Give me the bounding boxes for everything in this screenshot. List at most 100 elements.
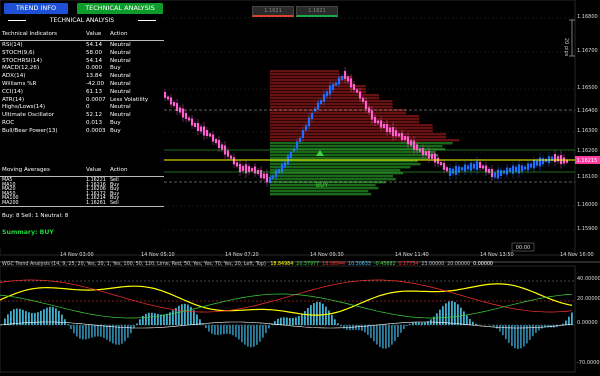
indicator-value: 61.13: [86, 88, 103, 95]
indicator-action: Neutral: [110, 49, 131, 56]
indicator-row: Highs/Lows(14) 0 Neutral: [0, 104, 164, 112]
indicator-value: 13.84: [86, 73, 103, 80]
sell-price-button[interactable]: 1.1621: [252, 6, 294, 17]
signal-tally: Buy: 8 Sell: 1 Neutral: 8: [2, 213, 69, 219]
indicator-action: Neutral: [110, 73, 131, 80]
ma-row: MA200 1.16261 Sell: [0, 201, 164, 209]
indicator-value: -0.45682: [373, 262, 396, 267]
indicator-action: Neutral: [110, 81, 131, 87]
time-tick: 14 Nov 11:40: [395, 252, 429, 258]
price-tick: 1.15900: [577, 226, 598, 232]
buy-label: BUY: [316, 182, 329, 189]
indicator-value: 0: [86, 104, 90, 111]
indicator-tick: -70.00000: [577, 360, 600, 366]
indicator-value: 23.00000: [421, 262, 445, 267]
indicator-value: 54.14: [86, 57, 103, 64]
price-tick: 1.16500: [577, 85, 598, 91]
indicator-name: ROC: [2, 120, 15, 126]
indicator-name: ADX(14): [2, 73, 26, 80]
indicator-value: -42.00: [86, 81, 105, 87]
indicator-caption: WGC Trend Analysis (14, 9, 25, 20, Yes, …: [2, 262, 266, 267]
time-tick: 14 Nov 05:10: [141, 252, 175, 258]
indicator-value: 52.12: [86, 112, 103, 119]
time-tick: 14 Nov 13:50: [480, 252, 514, 258]
ma-header-action: Action: [110, 167, 128, 173]
price-tick: 1.16700: [577, 48, 598, 54]
summary-text: Summary: BUY: [2, 229, 54, 236]
indicator-row: CCI(14) 61.13 Neutral: [0, 89, 164, 97]
indicator-value: 0.00000: [473, 262, 493, 267]
indicator-row: STOCHRSI(14) 54.14 Neutral: [0, 58, 164, 66]
ma-header: Moving Averages Value Action: [0, 167, 164, 175]
current-price: 1.16215: [577, 158, 598, 164]
indicator-value: 20.00000: [447, 262, 471, 267]
indicator-action: Neutral: [110, 88, 131, 95]
indicator-row: ATR(14) 0.0007 Less Volatility: [0, 97, 164, 105]
indicator-row: ADX(14) 13.84 Neutral: [0, 73, 164, 81]
price-tick: 1.16100: [577, 174, 598, 180]
indicator-value: 54.14: [86, 42, 103, 48]
indicator-value: 0.0007: [86, 96, 106, 103]
price-tick: 1.16400: [577, 108, 598, 114]
price-tick: 1.16800: [577, 14, 598, 20]
indicator-row: Ultimate Oscillator 52.12 Neutral: [0, 112, 164, 120]
indicator-value: 0.000: [86, 65, 103, 72]
price-tick: 1.16300: [577, 128, 598, 134]
indicator-name: CCI(14): [2, 88, 23, 95]
indicator-header: Technical Indicators Value Action: [0, 31, 164, 39]
indicator-action: Neutral: [110, 57, 131, 64]
indicator-name: ATR(14): [2, 96, 25, 103]
indicator-action: Less Volatility: [110, 96, 149, 103]
indicator-tick: 20.00000: [577, 296, 600, 302]
indicator-tick: 40.00000: [577, 276, 600, 282]
bar-timer: 00:00: [516, 245, 530, 251]
ma-header-name: Moving Averages: [2, 167, 50, 173]
indicator-name: RSI(14): [2, 42, 23, 48]
indicator-action: Neutral: [110, 104, 131, 111]
indicator-action: Buy: [110, 65, 121, 72]
indicator-row: RSI(14) 54.14 Neutral: [0, 42, 164, 50]
indicator-tick: 0.00000: [577, 320, 598, 326]
indicator-name: Williams %R: [2, 81, 37, 87]
time-tick: 14 Nov 03:00: [60, 252, 94, 258]
indicator-name: Bull/Bear Power(13): [2, 127, 58, 134]
header-action: Action: [110, 31, 128, 37]
ma-header-value: Value: [86, 167, 102, 173]
indicator-name: Ultimate Oscillator: [2, 112, 55, 119]
buy-price-button[interactable]: 1.1621: [296, 6, 338, 17]
time-tick: 14 Nov 09:30: [310, 252, 344, 258]
trend-info-button[interactable]: TREND INFO: [4, 3, 68, 14]
indicator-action: Buy: [110, 127, 121, 134]
indicator-caption-row: WGC Trend Analysis (14, 9, 25, 20, Yes, …: [2, 262, 493, 267]
indicator-action: Neutral: [110, 42, 131, 48]
indicator-row: Bull/Bear Power(13) 0.0003 Buy: [0, 128, 164, 136]
indicator-name: STOCHRSI(14): [2, 57, 43, 64]
header-value: Value: [86, 31, 102, 37]
pips-label: 20 pips: [563, 38, 569, 57]
indicator-value: 0.0003: [86, 127, 106, 134]
indicator-action: Buy: [110, 120, 121, 126]
header-name: Technical Indicators: [2, 31, 58, 37]
indicator-value: 0.013: [86, 120, 103, 126]
price-tick: 1.16000: [577, 202, 598, 208]
indicator-name: STOCH(9,6): [2, 49, 35, 56]
indicator-value: 10.30633: [348, 262, 371, 267]
indicator-value: 18.84984: [270, 262, 294, 267]
indicator-row: ROC 0.013 Buy: [0, 120, 164, 128]
panel-title: TECHNICAL ANALYSIS: [0, 16, 164, 25]
technical-analysis-button[interactable]: TECHNICAL ANALYSIS: [77, 3, 163, 14]
indicator-row: MACD(12,26) 0.000 Buy: [0, 65, 164, 73]
indicator-value: 20.37977: [296, 262, 320, 267]
indicator-action: Neutral: [110, 112, 131, 119]
indicator-value: 18.08944: [322, 262, 346, 267]
indicator-value: 0.17754: [398, 262, 419, 267]
indicator-value: 58.00: [86, 49, 103, 56]
time-tick: 14 Nov 16:00: [560, 252, 594, 258]
indicator-name: MACD(12,26): [2, 65, 40, 72]
price-tick: 1.16200: [577, 148, 598, 154]
time-tick: 14 Nov 07:20: [225, 252, 259, 258]
technical-analysis-panel: TECHNICAL ANALYSIS Technical Indicators …: [0, 16, 164, 248]
indicator-name: Highs/Lows(14): [2, 104, 46, 111]
indicator-row: Williams %R -42.00 Neutral: [0, 81, 164, 89]
indicator-row: STOCH(9,6) 58.00 Neutral: [0, 50, 164, 58]
